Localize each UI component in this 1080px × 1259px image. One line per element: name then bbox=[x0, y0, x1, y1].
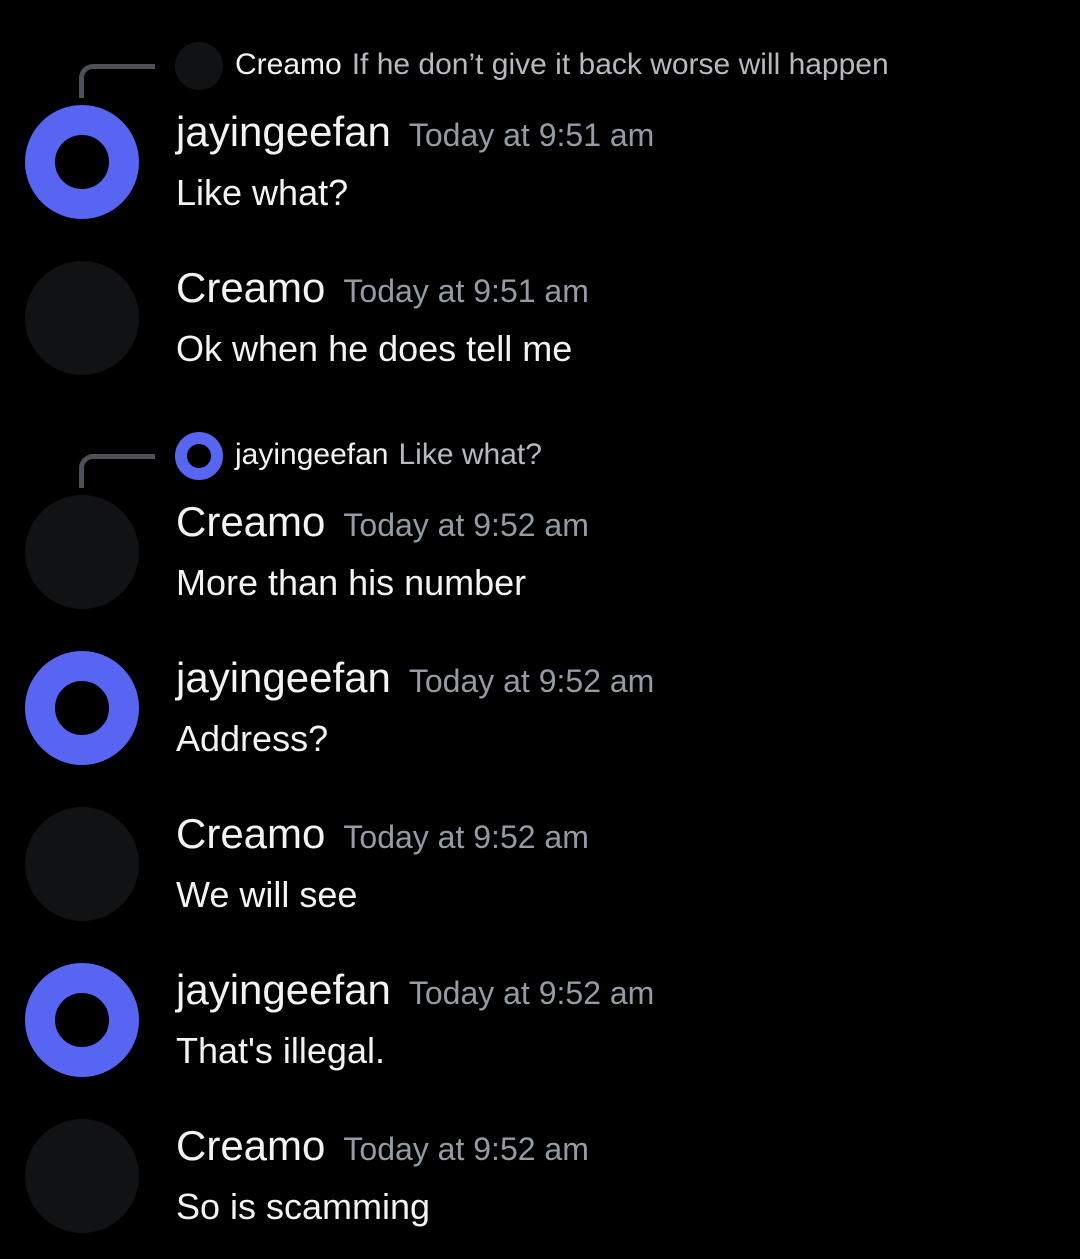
message-header: jayingeefan Today at 9:52 am bbox=[176, 651, 654, 705]
avatar[interactable] bbox=[25, 963, 139, 1077]
chat-message: Creamo Today at 9:52 am More than his num… bbox=[0, 495, 1080, 635]
avatar[interactable] bbox=[25, 495, 139, 609]
chat-message: jayingeefan Today at 9:52 am That's illeg… bbox=[0, 963, 1080, 1103]
message-text: Ok when he does tell me bbox=[176, 328, 573, 369]
message-header: Creamo Today at 9:52 am bbox=[176, 495, 589, 549]
reply-snippet[interactable]: Like what? bbox=[398, 438, 541, 471]
message-text: Address? bbox=[176, 718, 329, 759]
message-header: Creamo Today at 9:51 am bbox=[176, 261, 589, 315]
message-author[interactable]: Creamo bbox=[176, 498, 325, 545]
reply-avatar bbox=[175, 42, 223, 90]
avatar[interactable] bbox=[25, 105, 139, 219]
avatar[interactable] bbox=[25, 807, 139, 921]
message-header: jayingeefan Today at 9:51 am bbox=[176, 105, 654, 159]
message-timestamp: Today at 9:51 am bbox=[408, 117, 655, 153]
reply-preview[interactable]: jayingeefan Like what? bbox=[235, 433, 542, 477]
chat-message: Creamo Today at 9:52 am We will see bbox=[0, 807, 1080, 947]
chat-message: jayingeefan Today at 9:52 am Address? bbox=[0, 651, 1080, 791]
chat-message: Creamo Today at 9:51 am Ok when he does t… bbox=[0, 261, 1080, 401]
message-author[interactable]: Creamo bbox=[176, 810, 325, 857]
avatar[interactable] bbox=[25, 261, 139, 375]
message-header: Creamo Today at 9:52 am bbox=[176, 807, 589, 861]
message-timestamp: Today at 9:52 am bbox=[343, 1131, 589, 1167]
chat-message: Creamo Today at 9:52 am So is scamming bbox=[0, 1119, 1080, 1259]
reply-reference[interactable]: jayingeefan Like what? bbox=[0, 426, 1080, 488]
message-author[interactable]: Creamo bbox=[176, 1122, 325, 1169]
chat-message: jayingeefan Today at 9:51 am Like what? bbox=[0, 105, 1080, 245]
reply-avatar bbox=[175, 432, 223, 480]
message-timestamp: Today at 9:51 am bbox=[343, 273, 589, 309]
message-text: We will see bbox=[176, 874, 358, 915]
reply-snippet[interactable]: If he don’t give it back worse will happ… bbox=[352, 48, 889, 81]
avatar[interactable] bbox=[25, 1119, 139, 1233]
reply-spine-line bbox=[79, 454, 155, 488]
message-text: That's illegal. bbox=[176, 1030, 385, 1071]
message-header: jayingeefan Today at 9:52 am bbox=[176, 963, 654, 1017]
avatar[interactable] bbox=[25, 651, 139, 765]
message-timestamp: Today at 9:52 am bbox=[343, 507, 589, 543]
reply-author[interactable]: Creamo bbox=[235, 48, 342, 81]
message-text: Like what? bbox=[176, 172, 349, 213]
message-timestamp: Today at 9:52 am bbox=[343, 819, 589, 855]
message-author[interactable]: jayingeefan bbox=[176, 966, 391, 1013]
message-author[interactable]: jayingeefan bbox=[176, 654, 391, 701]
reply-author[interactable]: jayingeefan bbox=[235, 438, 388, 471]
message-author[interactable]: Creamo bbox=[176, 264, 325, 311]
message-header: Creamo Today at 9:52 am bbox=[176, 1119, 589, 1173]
reply-spine-line bbox=[79, 64, 155, 98]
reply-reference[interactable]: Creamo If he don’t give it back worse wil… bbox=[0, 36, 1080, 98]
message-author[interactable]: jayingeefan bbox=[176, 108, 391, 155]
message-text: More than his number bbox=[176, 562, 527, 603]
message-text: So is scamming bbox=[176, 1186, 431, 1227]
message-timestamp: Today at 9:52 am bbox=[408, 975, 655, 1011]
message-timestamp: Today at 9:52 am bbox=[408, 663, 655, 699]
reply-preview[interactable]: Creamo If he don’t give it back worse wil… bbox=[235, 43, 889, 87]
